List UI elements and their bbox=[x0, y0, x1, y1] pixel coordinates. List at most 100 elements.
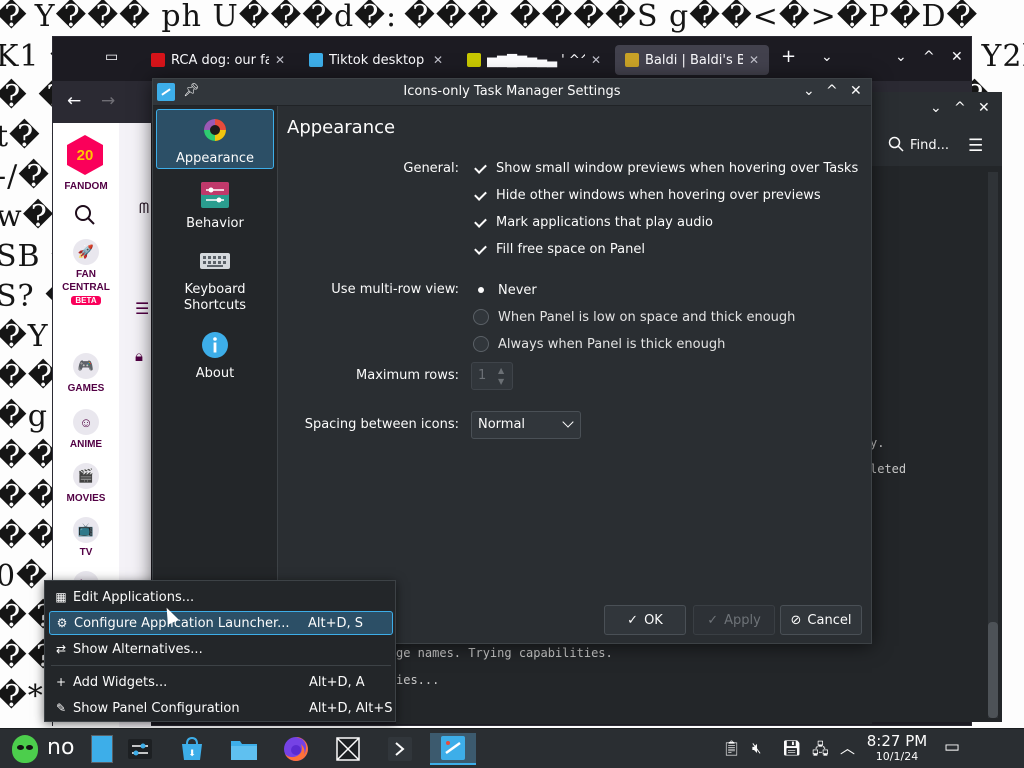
option-label: Mark applications that play audio bbox=[496, 215, 714, 230]
terminal-minimize-button[interactable]: ⌄ bbox=[930, 100, 942, 116]
launcher-label[interactable]: no bbox=[47, 735, 74, 760]
taskbar-screenshot[interactable] bbox=[332, 733, 364, 765]
checkmark-icon bbox=[473, 189, 487, 203]
terminal-icon bbox=[388, 737, 412, 761]
browser-tab[interactable]: ▅▆▇▆▅▄▃ ' ^^^ ✕ bbox=[457, 45, 611, 75]
taskbar-task-manager-settings[interactable] bbox=[430, 733, 476, 765]
anime-icon: ☺ bbox=[73, 409, 99, 435]
firefox-close-button[interactable]: ✕ bbox=[951, 49, 963, 65]
show-desktop-icon[interactable]: ▭ bbox=[944, 737, 960, 757]
dialog-minimize-button[interactable]: ⌄ bbox=[803, 83, 815, 99]
fandom-nav-label: GAMES bbox=[67, 383, 105, 394]
tab-close-icon[interactable]: ✕ bbox=[433, 53, 443, 67]
radio-always[interactable]: Always when Panel is thick enough bbox=[473, 336, 725, 352]
fandom-nav-fan[interactable]: 🚀 FAN CENTRAL BETA bbox=[53, 239, 119, 306]
fandom-nav-tv[interactable]: 📺 TV bbox=[53, 517, 119, 559]
hamburger-menu-icon[interactable]: ☰ bbox=[968, 136, 983, 156]
menu-item-label: Edit Applications... bbox=[73, 589, 195, 605]
tab-overview-icon[interactable]: ▭ bbox=[105, 49, 118, 65]
page-title: Appearance bbox=[287, 117, 396, 138]
storage-device-icon[interactable]: 💾︎ bbox=[782, 739, 801, 757]
radio-indicator bbox=[473, 282, 489, 298]
browser-tab[interactable]: Baldi | Baldi's B ✕ bbox=[615, 45, 769, 75]
terminal-maximize-button[interactable]: ^ bbox=[954, 100, 966, 116]
firefox-minimize-button[interactable]: ⌄ bbox=[895, 49, 907, 65]
firefox-tab-bar: ▭ RCA dog: our fa ✕ Tiktok desktop c ✕ ▅▆▇▆▅… bbox=[53, 37, 971, 81]
checkbox-fill-free-space[interactable]: Fill free space on Panel bbox=[473, 242, 645, 257]
spacing-dropdown[interactable]: Normal bbox=[471, 411, 581, 439]
info-icon bbox=[202, 332, 228, 358]
volume-muted-icon[interactable]: 🔇︎ bbox=[752, 739, 761, 757]
category-keyboard-shortcuts[interactable]: Keyboard Shortcuts bbox=[156, 241, 274, 319]
menu-item-edit-applications[interactable]: ▦ Edit Applications... bbox=[49, 585, 393, 609]
taskbar-discover[interactable]: ⬇ bbox=[176, 733, 208, 765]
terminal-find-button[interactable]: Find... bbox=[888, 136, 949, 153]
button-label: OK bbox=[644, 612, 663, 628]
firefox-maximize-button[interactable]: ^ bbox=[923, 49, 935, 65]
clock-date[interactable]: 10/1/24 bbox=[864, 750, 930, 763]
ok-button[interactable]: ✓ OK bbox=[604, 605, 686, 635]
back-button[interactable]: ← bbox=[67, 91, 81, 111]
option-label: Always when Panel is thick enough bbox=[498, 336, 726, 352]
pager-widget[interactable] bbox=[86, 733, 118, 765]
menu-item-configure-application-launcher[interactable]: ⚙ Configure Application Launcher... Alt+D,… bbox=[49, 611, 393, 635]
dialog-maximize-button[interactable]: ^ bbox=[826, 83, 838, 99]
tab-close-icon[interactable]: ✕ bbox=[749, 53, 759, 67]
taskbar-settings[interactable] bbox=[124, 733, 156, 765]
spacing-value: Normal bbox=[478, 417, 526, 432]
apply-button[interactable]: ✓ Apply bbox=[693, 605, 775, 635]
fandom-nav-movies[interactable]: 🎬 MOVIES bbox=[53, 463, 119, 505]
menu-item-show-panel-configuration[interactable]: ✎ Show Panel Configuration Alt+D, Alt+S bbox=[49, 696, 393, 720]
app-launcher-icon[interactable] bbox=[12, 735, 38, 763]
menu-item-label: Add Widgets... bbox=[73, 674, 168, 690]
terminal-line: ies... bbox=[396, 673, 440, 687]
new-tab-button[interactable]: + bbox=[781, 46, 796, 67]
checkbox-mark-audio-apps[interactable]: Mark applications that play audio bbox=[473, 215, 713, 230]
lock-icon[interactable]: 🔒︎ bbox=[135, 347, 143, 365]
checkbox-hide-other-windows[interactable]: Hide other windows when hovering over pr… bbox=[473, 188, 821, 203]
menu-item-show-alternatives[interactable]: ⇄ Show Alternatives... bbox=[49, 637, 393, 661]
category-behavior[interactable]: Behavior bbox=[156, 175, 274, 235]
category-appearance[interactable]: Appearance bbox=[156, 109, 274, 169]
fandom-search-icon[interactable] bbox=[73, 203, 97, 227]
terminal-close-button[interactable]: ✕ bbox=[978, 100, 990, 116]
spin-down-icon[interactable]: ▼ bbox=[498, 377, 504, 386]
dialog-close-button[interactable]: ✕ bbox=[850, 83, 862, 99]
desktop-pager-icon bbox=[91, 735, 113, 763]
clipboard-icon[interactable]: 📋︎ bbox=[722, 739, 741, 757]
tray-expand-icon[interactable]: ︿ bbox=[840, 737, 855, 758]
category-about[interactable]: About bbox=[156, 325, 274, 385]
fandom-logo[interactable]: 20 bbox=[67, 135, 103, 175]
terminal-scrollbar[interactable] bbox=[988, 172, 998, 718]
menu-item-add-widgets[interactable]: + Add Widgets... Alt+D, A bbox=[49, 670, 393, 694]
fandom-nav-games[interactable]: 🎮 GAMES bbox=[53, 353, 119, 395]
cancel-button[interactable]: ⊘ Cancel bbox=[780, 605, 862, 635]
checkbox-show-window-previews[interactable]: Show small window previews when hovering… bbox=[473, 161, 858, 176]
taskbar-files[interactable] bbox=[228, 733, 260, 765]
taskbar-terminal[interactable] bbox=[384, 733, 416, 765]
tv-icon: 📺 bbox=[73, 517, 99, 543]
fandom-logo-number: 20 bbox=[76, 146, 94, 164]
fandom-nav-anime[interactable]: ☺ ANIME bbox=[53, 409, 119, 451]
list-icon[interactable]: ☰ bbox=[135, 299, 149, 318]
option-label: Fill free space on Panel bbox=[496, 242, 645, 257]
screenshot-icon bbox=[336, 737, 360, 761]
menu-item-label: Configure Application Launcher... bbox=[74, 615, 290, 631]
panel-context-menu: ▦ Edit Applications... ⚙ Configure Applicat… bbox=[44, 580, 396, 722]
forward-button[interactable]: → bbox=[101, 91, 115, 111]
radio-low-space[interactable]: When Panel is low on space and thick eno… bbox=[473, 309, 795, 325]
browser-tab[interactable]: Tiktok desktop c ✕ bbox=[299, 45, 453, 75]
max-rows-spinbox[interactable]: 1 ▲ ▼ bbox=[471, 362, 513, 390]
clock-time[interactable]: 8:27 PM bbox=[864, 732, 930, 750]
tab-close-icon[interactable]: ✕ bbox=[591, 53, 601, 67]
dialog-titlebar[interactable]: 📌︎ Icons-only Task Manager Settings ⌄ ^ … bbox=[153, 79, 871, 106]
radio-never[interactable]: Never bbox=[473, 282, 537, 298]
network-icon[interactable]: 🖧︎ bbox=[812, 739, 829, 764]
tab-list-button[interactable]: ⌄ bbox=[821, 49, 833, 65]
terminal-scrollbar-thumb[interactable] bbox=[988, 622, 998, 718]
tab-close-icon[interactable]: ✕ bbox=[275, 53, 285, 67]
spin-up-icon[interactable]: ▲ bbox=[498, 366, 504, 375]
svg-text:⬇: ⬇ bbox=[188, 749, 196, 759]
taskbar-firefox[interactable] bbox=[280, 733, 312, 765]
browser-tab[interactable]: RCA dog: our fa ✕ bbox=[141, 45, 295, 75]
